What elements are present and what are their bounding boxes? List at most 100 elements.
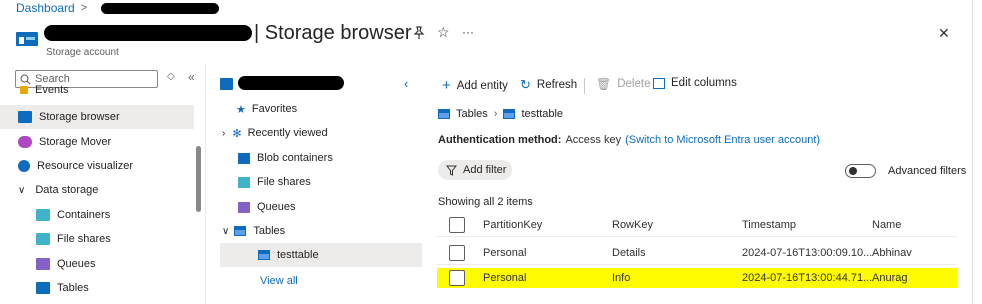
containers-icon — [36, 209, 50, 221]
sidebar-item-resource-visualizer[interactable]: Resource visualizer — [0, 154, 194, 178]
edit-columns-button[interactable]: Edit columns — [653, 77, 737, 89]
sidebar-item-file-shares[interactable]: File shares — [0, 227, 194, 251]
results-summary: Showing all 2 items — [438, 196, 533, 208]
auth-label: Authentication method: — [438, 134, 562, 146]
gear-icon: ✻ — [232, 127, 242, 140]
auth-value: Access key — [565, 134, 622, 146]
breadcrumb: Dashboard > — [16, 1, 220, 15]
sidebar-item-queues[interactable]: Queues — [0, 252, 194, 276]
toolbar-divider — [584, 78, 585, 94]
table-row[interactable]: Personal Details 2024-07-16T13:00:09.10.… — [437, 241, 957, 265]
add-filter-button[interactable]: Add filter — [438, 160, 512, 180]
column-header[interactable]: PartitionKey — [483, 219, 542, 231]
path-table[interactable]: testtable — [521, 108, 563, 120]
sidebar-scrollbar[interactable] — [196, 146, 201, 212]
sidebar-item-label: Queues — [57, 258, 96, 270]
add-entity-label: Add entity — [456, 79, 508, 92]
cell-name: Anurag — [872, 272, 908, 284]
add-filter-label: Add filter — [463, 164, 507, 176]
tree-item-blob-containers[interactable]: Blob containers — [238, 146, 333, 170]
chevron-down-icon: ∨ — [18, 184, 26, 196]
refresh-button[interactable]: ↻ Refresh — [520, 77, 577, 93]
sidebar-item-label: Data storage — [35, 184, 99, 196]
advanced-filters-toggle[interactable] — [845, 164, 876, 178]
sidebar-item-label: Resource visualizer — [37, 160, 133, 172]
table-header-row: PartitionKey RowKey Timestamp Name — [437, 213, 957, 237]
pin-icon[interactable] — [413, 26, 425, 43]
path-tables[interactable]: Tables — [456, 108, 488, 120]
close-icon[interactable]: ✕ — [938, 25, 950, 42]
sidebar-item-storage-mover[interactable]: Storage Mover — [0, 130, 194, 154]
refresh-label: Refresh — [536, 79, 578, 91]
tree-item-queues[interactable]: Queues — [238, 195, 296, 219]
sidebar-item-label: Events — [35, 84, 69, 96]
switch-auth-link[interactable]: (Switch to Microsoft Entra user account) — [625, 134, 820, 146]
trash-icon: 🗑 — [596, 77, 612, 91]
events-icon — [20, 86, 28, 94]
breadcrumb-separator: > — [80, 2, 88, 14]
column-header[interactable]: Timestamp — [742, 219, 796, 231]
sidebar-item-label: Containers — [57, 209, 111, 221]
plus-icon: + — [442, 77, 451, 94]
collapse-tree-icon[interactable]: ‹ — [404, 76, 408, 91]
tree-item-label: testtable — [277, 249, 319, 261]
tree-item-tables[interactable]: ∨ Tables — [222, 219, 285, 243]
star-icon[interactable]: ☆ — [437, 24, 450, 41]
chevron-right-icon: › — [222, 127, 226, 139]
storage-account-icon — [16, 30, 38, 48]
file-shares-icon — [238, 176, 250, 188]
add-entity-button[interactable]: + Add entity — [442, 77, 508, 94]
page-title: | Storage browser — [254, 22, 412, 44]
cell-timestamp: 2024-07-16T13:00:44.71... — [742, 272, 873, 284]
cell-rowkey: Info — [612, 272, 631, 284]
collapse-icon[interactable]: « — [188, 70, 195, 84]
breadcrumb-dashboard[interactable]: Dashboard — [16, 1, 75, 15]
file-shares-icon — [36, 233, 50, 245]
queues-icon — [36, 258, 50, 270]
refresh-icon: ↻ — [520, 77, 531, 92]
tree-item-label: Tables — [253, 225, 286, 237]
redacted-account-name — [44, 25, 252, 41]
tree-item-label: Blob containers — [257, 152, 333, 164]
row-checkbox[interactable] — [449, 270, 465, 286]
right-edge-divider — [972, 0, 973, 304]
delete-label: Delete — [617, 78, 651, 90]
blob-containers-icon — [238, 152, 250, 164]
page-subtitle: Storage account — [46, 47, 119, 58]
cell-timestamp: 2024-07-16T13:00:09.10... — [742, 246, 873, 259]
tree-item-label: File shares — [257, 176, 311, 188]
resource-visualizer-icon — [18, 160, 30, 172]
redacted-breadcrumb — [101, 2, 220, 14]
view-all-link[interactable]: View all — [260, 275, 298, 287]
row-checkbox[interactable] — [449, 244, 465, 261]
column-header[interactable]: RowKey — [612, 219, 653, 231]
sidebar-item-events[interactable]: Events — [0, 83, 194, 97]
more-icon[interactable]: ··· — [462, 25, 474, 39]
sidebar-item-containers[interactable]: Containers — [0, 203, 194, 227]
cell-partitionkey: Personal — [483, 272, 527, 284]
delete-button[interactable]: 🗑 Delete — [596, 77, 650, 91]
tree-item-label: Recently viewed — [247, 127, 328, 139]
table-row-highlighted[interactable]: Personal Info 2024-07-16T13:00:44.71... … — [437, 268, 957, 288]
sidebar-item-label: Storage browser — [39, 111, 120, 123]
tree-item-label: Queues — [257, 201, 296, 213]
table-path: Tables › testtable — [438, 108, 563, 120]
sidebar-item-data-storage[interactable]: ∨ Data storage — [0, 178, 194, 202]
sidebar-item-tables[interactable]: Tables — [0, 276, 194, 300]
sidebar-item-label: File shares — [57, 233, 111, 245]
tree-item-testtable[interactable]: testtable — [220, 243, 422, 267]
sidebar-item-storage-browser[interactable]: Storage browser — [0, 105, 194, 129]
divider — [205, 64, 206, 304]
select-all-checkbox[interactable] — [449, 216, 465, 233]
cell-name: Abhinav — [872, 246, 912, 259]
advanced-filters-label: Advanced filters — [888, 165, 967, 177]
tree-item-file-shares[interactable]: File shares — [238, 170, 311, 194]
account-tree-icon — [220, 78, 233, 90]
tables-icon — [36, 282, 50, 294]
tree-item-favorites[interactable]: ★ Favorites — [236, 97, 297, 121]
tree-item-recently-viewed[interactable]: › ✻ Recently viewed — [222, 121, 328, 145]
tree-item-label: Favorites — [251, 103, 298, 115]
column-header[interactable]: Name — [872, 219, 901, 231]
sort-icon[interactable]: ◇ — [167, 71, 175, 82]
columns-icon — [653, 77, 665, 89]
